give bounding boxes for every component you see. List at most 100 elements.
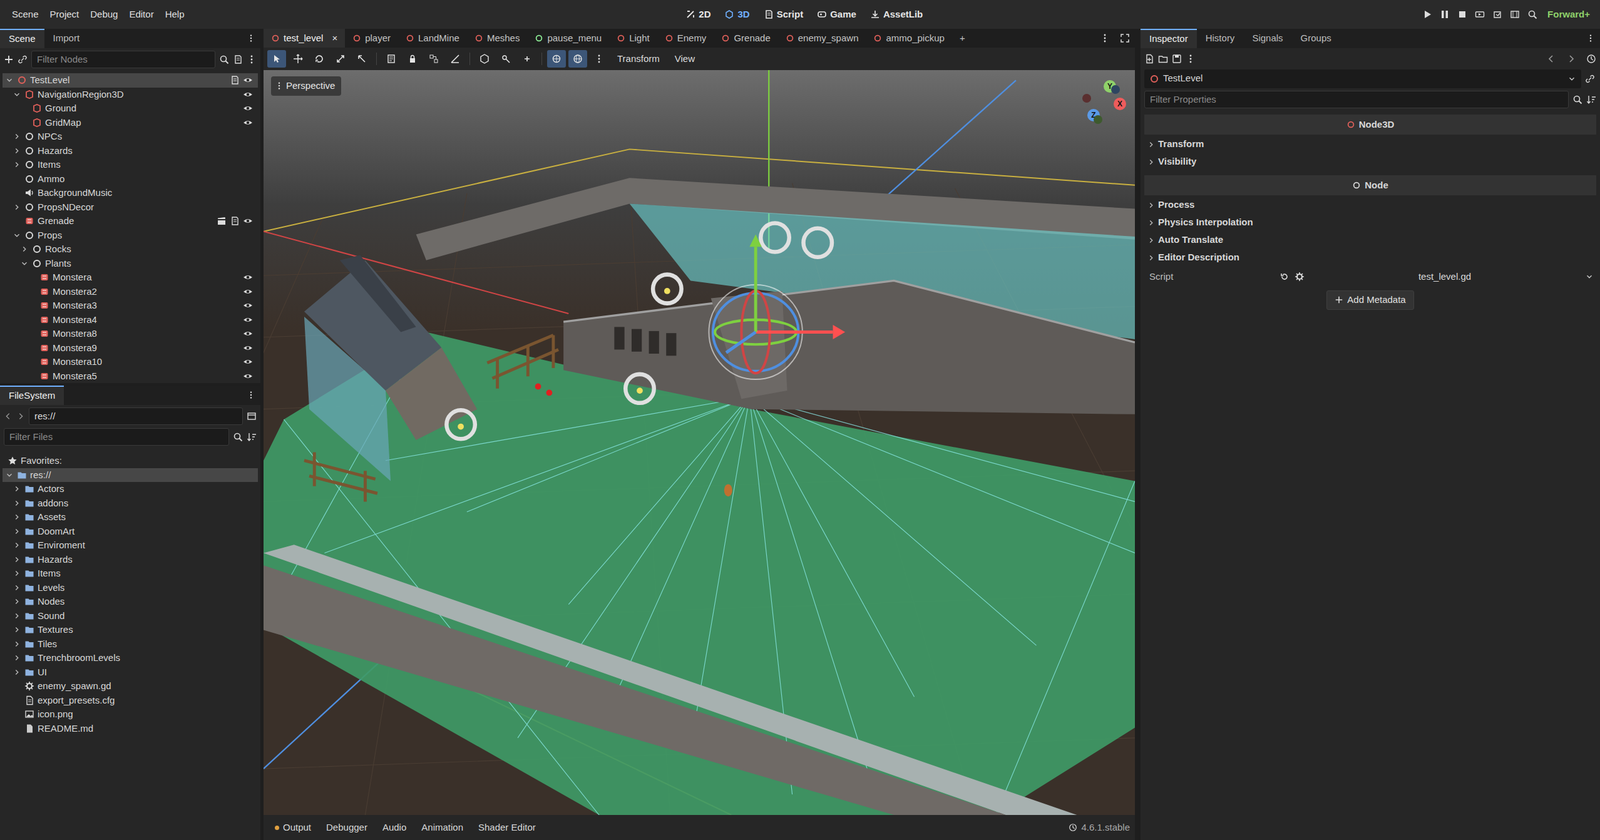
- property-group[interactable]: Physics Interpolation: [1144, 214, 1597, 231]
- sort-button[interactable]: [246, 431, 257, 442]
- property-options-button[interactable]: [1586, 94, 1597, 105]
- eye-icon[interactable]: [242, 215, 253, 226]
- eye-icon[interactable]: [242, 272, 253, 283]
- search-button[interactable]: [1572, 94, 1583, 105]
- expand-toggle[interactable]: [12, 512, 22, 522]
- property-group[interactable]: Visibility: [1144, 153, 1597, 170]
- file-row[interactable]: Actors: [2, 482, 258, 497]
- expand-toggle[interactable]: [5, 470, 14, 480]
- viewport-menu[interactable]: View: [668, 50, 702, 68]
- dock-tab[interactable]: Signals: [1243, 28, 1292, 49]
- expand-toggle[interactable]: [12, 146, 22, 156]
- expand-toggle[interactable]: [12, 696, 22, 705]
- expand-toggle[interactable]: [12, 132, 22, 141]
- expand-toggle[interactable]: [12, 709, 22, 719]
- viewport-3d[interactable]: Perspective YXZ: [263, 70, 1135, 816]
- eye-icon[interactable]: [242, 371, 253, 382]
- search-button[interactable]: [232, 431, 243, 442]
- file-row[interactable]: Textures: [2, 622, 258, 638]
- group-tool[interactable]: [424, 50, 444, 68]
- expand-toggle[interactable]: [12, 681, 22, 691]
- script-gear-button[interactable]: [1294, 271, 1305, 282]
- dock-tab[interactable]: Groups: [1292, 28, 1341, 49]
- property-group[interactable]: Transform: [1144, 136, 1597, 153]
- file-row[interactable]: Assets: [2, 510, 258, 525]
- expand-toggle[interactable]: [27, 329, 37, 339]
- eye-icon[interactable]: [242, 131, 253, 142]
- file-row[interactable]: Nodes: [2, 594, 258, 610]
- perspective-menu[interactable]: Perspective: [271, 76, 342, 96]
- negative-axis-dot[interactable]: [1111, 85, 1120, 94]
- pause-button[interactable]: [1435, 9, 1454, 20]
- tree-row[interactable]: PropsNDecor: [2, 200, 258, 215]
- eye-icon[interactable]: [242, 286, 253, 297]
- expand-toggle[interactable]: [12, 555, 22, 565]
- tree-row[interactable]: GridMap: [2, 115, 258, 131]
- tree-row[interactable]: Items: [2, 157, 258, 173]
- view-gizmo[interactable]: YXZ: [1078, 78, 1127, 127]
- file-row[interactable]: Items: [2, 566, 258, 581]
- expand-toggle[interactable]: [20, 259, 29, 268]
- expand-toggle[interactable]: [27, 287, 37, 297]
- expand-toggle[interactable]: [27, 343, 37, 353]
- eye-icon[interactable]: [242, 356, 253, 367]
- eye-icon[interactable]: [242, 187, 253, 198]
- eye-icon[interactable]: [242, 300, 253, 311]
- file-row[interactable]: icon.png: [2, 707, 258, 722]
- eye-icon[interactable]: [242, 202, 253, 213]
- menu-item[interactable]: Scene: [6, 5, 45, 25]
- expand-toggle[interactable]: [12, 639, 22, 649]
- menu-item[interactable]: Project: [44, 5, 86, 25]
- move-tool[interactable]: [288, 50, 308, 68]
- dock-menu-button[interactable]: [241, 385, 261, 406]
- local-space-tool[interactable]: [547, 50, 566, 68]
- file-row[interactable]: UI: [2, 665, 258, 680]
- world-space-tool[interactable]: [568, 50, 588, 68]
- open-resource-button[interactable]: [1158, 53, 1169, 64]
- workspace-tab[interactable]: Script: [758, 5, 810, 25]
- expand-toggle[interactable]: [1146, 253, 1156, 263]
- filter-nodes-field[interactable]: [31, 50, 216, 69]
- tree-row[interactable]: Rocks: [2, 242, 258, 257]
- eye-icon[interactable]: [242, 75, 253, 86]
- expand-toggle[interactable]: [1146, 157, 1156, 167]
- transform-tool[interactable]: [517, 50, 537, 68]
- dock-tab[interactable]: Import: [44, 28, 89, 49]
- expand-toggle[interactable]: [12, 583, 22, 593]
- axis-x-button[interactable]: X: [1113, 97, 1127, 111]
- scene-tab[interactable]: LandMine: [398, 28, 467, 48]
- expand-toggle[interactable]: [12, 611, 22, 621]
- file-row[interactable]: DoomArt: [2, 524, 258, 539]
- property-group[interactable]: Editor Description: [1144, 249, 1597, 266]
- expand-toggle[interactable]: [12, 625, 22, 635]
- workspace-tab[interactable]: Game: [811, 5, 862, 25]
- path-field[interactable]: res://: [28, 407, 243, 426]
- toolbar-menu-button[interactable]: [589, 50, 609, 68]
- history-button[interactable]: [1586, 53, 1597, 64]
- lock-tool[interactable]: [403, 50, 422, 68]
- expand-toggle[interactable]: [27, 315, 37, 325]
- select-tool[interactable]: [267, 50, 287, 68]
- filter-properties-field[interactable]: [1144, 90, 1569, 109]
- eye-icon[interactable]: [242, 117, 253, 128]
- menu-item[interactable]: Editor: [123, 5, 159, 25]
- expand-toggle[interactable]: [12, 527, 22, 536]
- tree-row[interactable]: Monstera4: [2, 312, 258, 328]
- new-resource-button[interactable]: [1144, 53, 1155, 64]
- expand-toggle[interactable]: [20, 118, 29, 128]
- eye-icon[interactable]: [242, 174, 253, 185]
- tree-row[interactable]: NPCs: [2, 129, 258, 144]
- tree-row[interactable]: Ammo: [2, 172, 258, 187]
- file-row[interactable]: README.md: [2, 721, 258, 737]
- play-button[interactable]: [1418, 9, 1436, 20]
- negative-axis-dot[interactable]: [1082, 93, 1092, 103]
- forward-button[interactable]: [16, 411, 26, 421]
- favorites-row[interactable]: Favorites:: [2, 453, 258, 469]
- expand-toggle[interactable]: [27, 301, 37, 310]
- scene-menu-button[interactable]: [246, 54, 257, 65]
- tree-row[interactable]: Monstera5: [2, 369, 258, 384]
- file-row[interactable]: Sound: [2, 609, 258, 624]
- expand-toggle[interactable]: [12, 230, 22, 240]
- expand-toggle[interactable]: [12, 653, 22, 663]
- node-selector[interactable]: TestLevel: [1144, 69, 1582, 89]
